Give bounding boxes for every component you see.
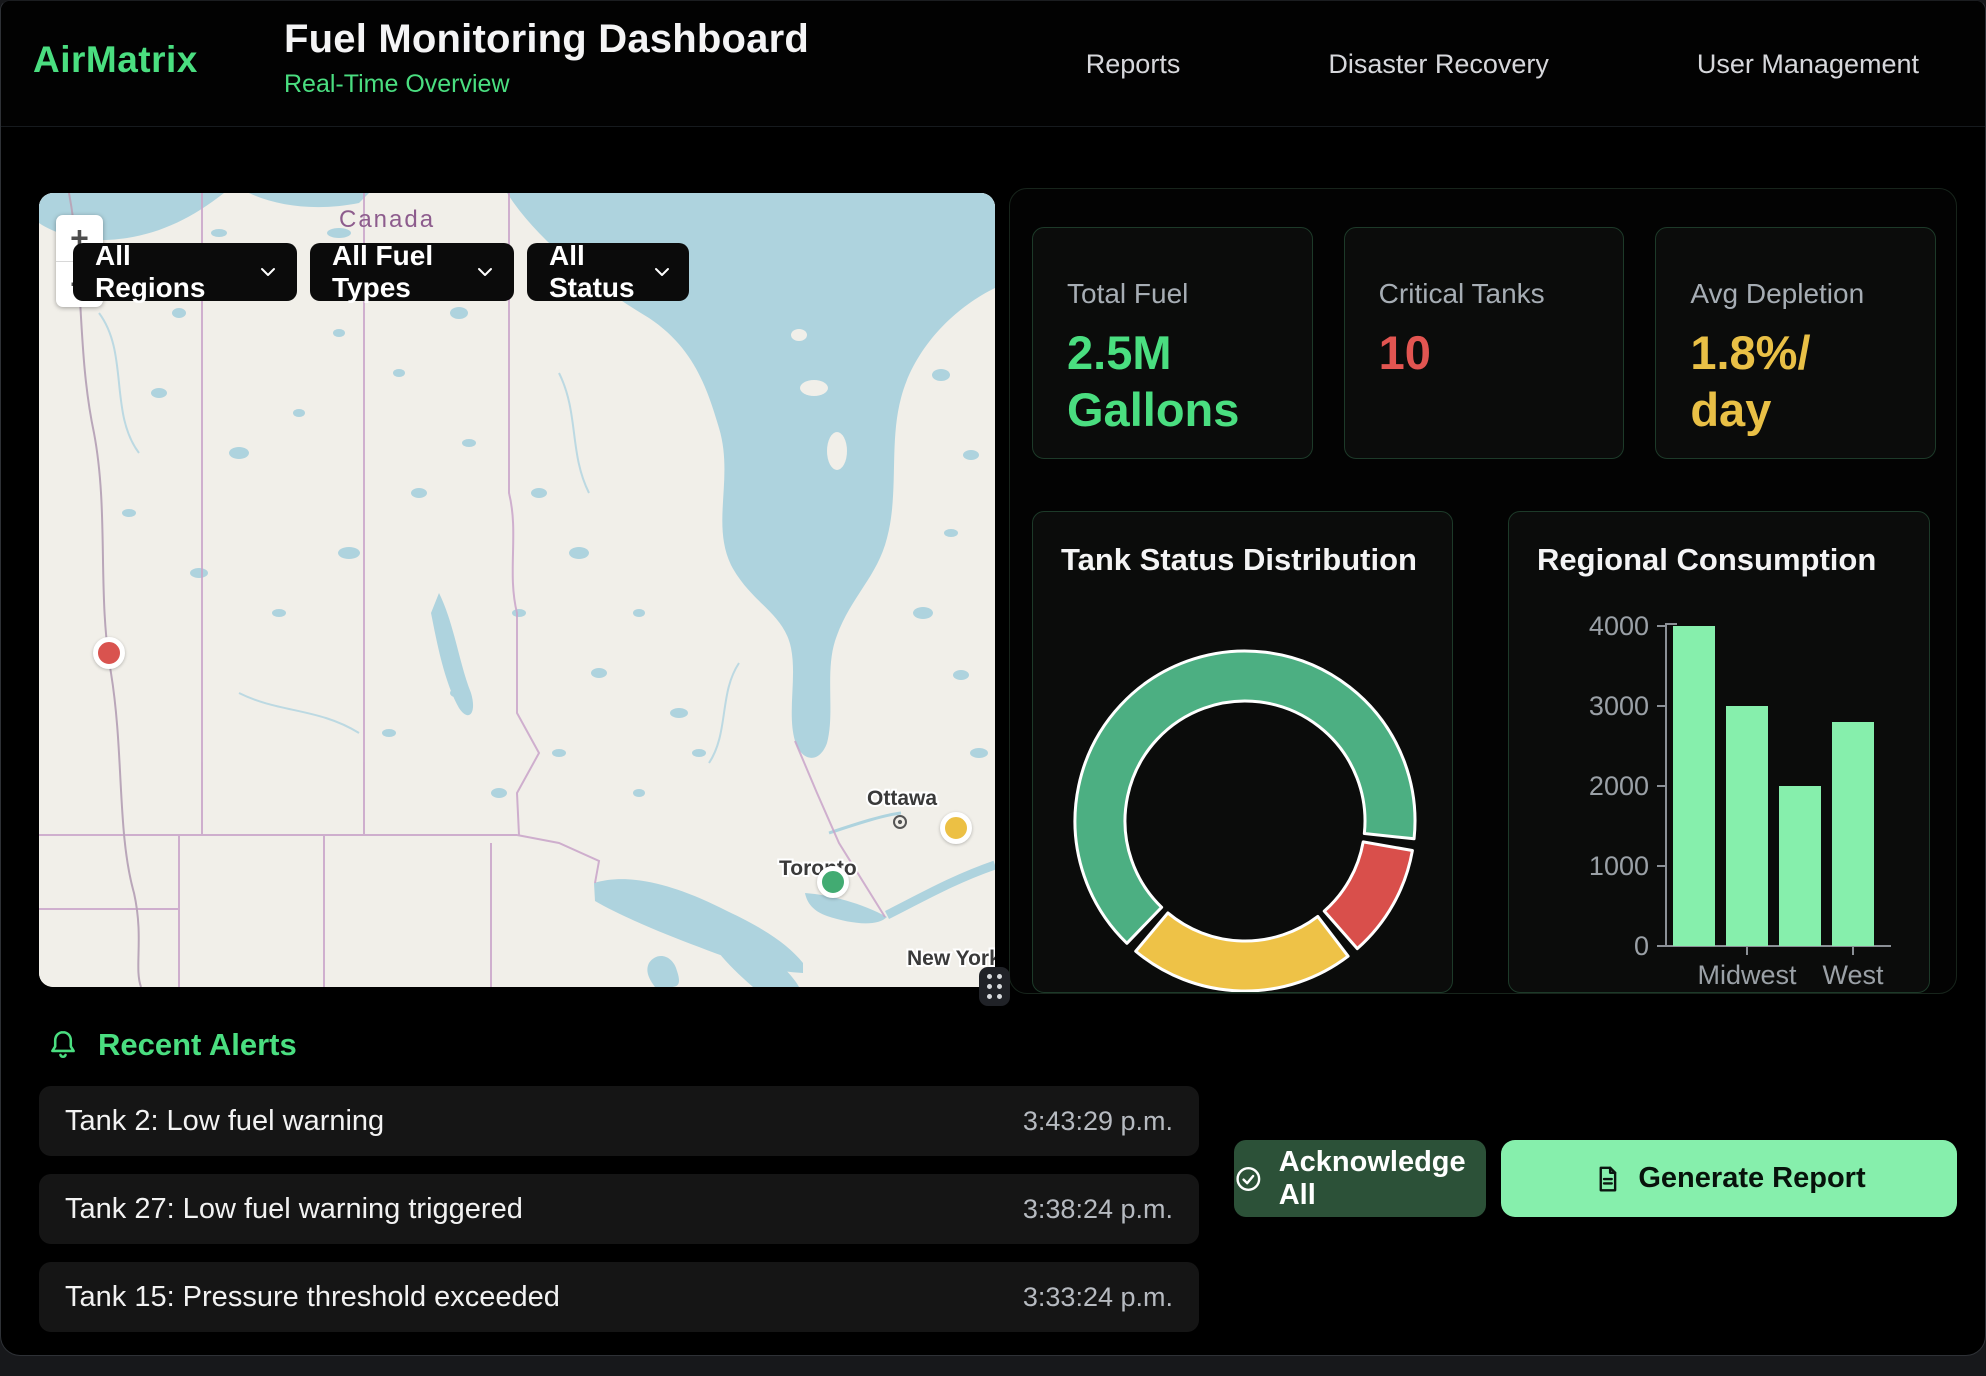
stat-label: Avg Depletion [1690,278,1901,310]
acknowledge-all-button[interactable]: Acknowledge All [1234,1140,1486,1217]
document-icon [1592,1164,1622,1194]
alert-text: Tank 15: Pressure threshold exceeded [65,1281,560,1314]
status-filter-value: All Status [549,240,635,304]
region-filter-dropdown[interactable]: All Regions [73,243,297,301]
chevron-down-icon [259,265,277,279]
check-circle-icon [1234,1163,1263,1195]
generate-report-label: Generate Report [1638,1162,1865,1195]
stat-card-critical-tanks: Critical Tanks 10 [1344,227,1625,459]
app-window: AirMatrix Fuel Monitoring Dashboard Real… [0,0,1986,1356]
alert-row: Tank 15: Pressure threshold exceeded 3:3… [39,1262,1199,1332]
map-marker-critical[interactable] [93,637,125,669]
map-canvas[interactable]: Canada Ottawa Toronto New York + − [39,193,995,987]
alert-timestamp: 3:33:24 p.m. [1023,1282,1173,1313]
svg-text:1000: 1000 [1589,851,1649,881]
stat-label: Total Fuel [1067,278,1278,310]
svg-text:West: West [1822,960,1884,990]
alert-text: Tank 27: Low fuel warning triggered [65,1193,523,1226]
alert-row: Tank 2: Low fuel warning 3:43:29 p.m. [39,1086,1199,1156]
alert-row: Tank 27: Low fuel warning triggered 3:38… [39,1174,1199,1244]
page-subtitle: Real-Time Overview [284,70,809,99]
page-title: Fuel Monitoring Dashboard [284,17,809,62]
svg-text:4000: 4000 [1589,611,1649,641]
bell-icon [46,1027,80,1063]
dashboard: AirMatrix Fuel Monitoring Dashboard Real… [0,0,1986,1376]
main-nav: Reports Disaster Recovery User Managemen… [1086,1,1919,127]
stat-card-avg-depletion: Avg Depletion 1.8%/ day [1655,227,1936,459]
acknowledge-all-label: Acknowledge All [1279,1146,1486,1212]
map-label-ottawa: Ottawa [867,787,937,810]
fuel-type-filter-value: All Fuel Types [332,240,458,304]
chevron-down-icon [653,265,671,279]
chevron-down-icon [476,265,494,279]
svg-text:2000: 2000 [1589,771,1649,801]
tank-status-chart-card: Tank Status Distribution [1032,511,1453,993]
recent-alerts-title: Recent Alerts [98,1027,297,1063]
status-filter-dropdown[interactable]: All Status [527,243,689,301]
regional-consumption-bar-chart: 0 1000 2000 3000 4000 Midwest West [1509,512,1930,993]
map-marker-warning[interactable] [940,812,972,844]
stat-value: 2.5M Gallons [1067,324,1278,439]
svg-text:3000: 3000 [1589,691,1649,721]
metrics-panel: Total Fuel 2.5M Gallons Critical Tanks 1… [1009,188,1957,994]
map-marker-normal[interactable] [817,866,849,898]
map-resize-handle-icon[interactable] [979,967,1010,1006]
tank-status-donut-chart [1033,512,1453,993]
stat-card-total-fuel: Total Fuel 2.5M Gallons [1032,227,1313,459]
svg-text:0: 0 [1634,931,1649,961]
nav-item-disaster-recovery[interactable]: Disaster Recovery [1328,49,1549,80]
generate-report-button[interactable]: Generate Report [1501,1140,1957,1217]
map-label-country: Canada [339,206,435,233]
stat-value: 10 [1379,324,1590,381]
svg-text:Midwest: Midwest [1697,960,1797,990]
map-filters: All Regions All Fuel Types All Status [73,243,689,301]
header: AirMatrix Fuel Monitoring Dashboard Real… [1,1,1985,127]
fuel-type-filter-dropdown[interactable]: All Fuel Types [310,243,514,301]
region-filter-value: All Regions [95,240,241,304]
map-label-newyork: New York [907,947,995,970]
stat-label: Critical Tanks [1379,278,1590,310]
nav-item-user-management[interactable]: User Management [1697,49,1919,80]
regional-consumption-chart-card: Regional Consumption 01000200030004000Mi… [1508,511,1930,993]
nav-item-reports[interactable]: Reports [1086,49,1181,80]
brand-logo: AirMatrix [33,39,198,81]
recent-alerts-header: Recent Alerts [46,1027,297,1063]
stat-cards: Total Fuel 2.5M Gallons Critical Tanks 1… [1032,227,1936,459]
basemap-graphic: Canada Ottawa Toronto New York [39,193,995,987]
title-block: Fuel Monitoring Dashboard Real-Time Over… [284,17,809,99]
alert-timestamp: 3:43:29 p.m. [1023,1106,1173,1137]
alert-timestamp: 3:38:24 p.m. [1023,1194,1173,1225]
alert-text: Tank 2: Low fuel warning [65,1105,384,1138]
stat-value: 1.8%/ day [1690,324,1901,439]
